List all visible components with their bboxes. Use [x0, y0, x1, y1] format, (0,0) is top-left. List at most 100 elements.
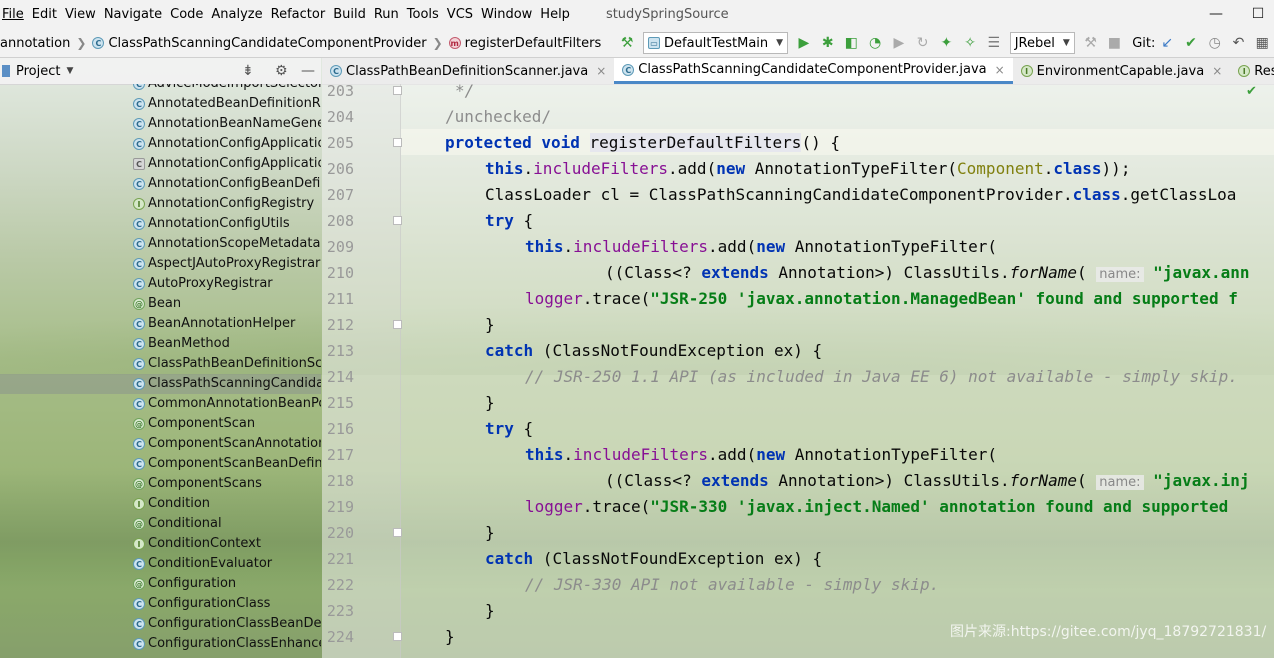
minimize-button[interactable]: —	[1196, 0, 1236, 29]
menu-refactor[interactable]: Refactor	[269, 0, 332, 29]
inspection-ok-icon[interactable]: ✔	[1246, 84, 1257, 99]
profile-icon[interactable]: ◔	[867, 34, 883, 52]
fold-marker-icon[interactable]	[393, 86, 402, 95]
editor-tab[interactable]: C ClassPathScanningCandidateComponentProv…	[614, 58, 1013, 84]
chevron-down-icon[interactable]: ▼	[66, 66, 73, 76]
project-tree-item[interactable]: I ConditionContext	[0, 534, 321, 554]
project-tree-item[interactable]: CCommonAnnotationBeanPostProcessor	[0, 394, 321, 414]
project-tree-item[interactable]: CConfigurationClassBeanDefinitionReader	[0, 614, 321, 634]
build-hammer-icon[interactable]: ⚒	[619, 34, 635, 52]
code-line-223: }	[485, 598, 495, 624]
project-tree-item-label: Condition	[148, 496, 211, 511]
git-commit-icon[interactable]: ✔	[1183, 34, 1199, 52]
menu-build[interactable]: Build	[331, 0, 372, 29]
menu-tools[interactable]: Tools	[405, 0, 445, 29]
project-tree-item[interactable]: I Condition	[0, 494, 321, 514]
stop-icon[interactable]: ■	[1107, 34, 1123, 52]
project-tree-item[interactable]: C AnnotationConfigUtils	[0, 214, 321, 234]
gear-icon[interactable]: ⚙	[275, 63, 288, 79]
project-tree-item[interactable]: @ Configuration	[0, 574, 321, 594]
fold-marker-icon[interactable]	[393, 216, 402, 225]
fold-marker-icon[interactable]	[393, 632, 402, 641]
menu-view[interactable]: View	[63, 0, 102, 29]
project-tree-item[interactable]: @ Conditional	[0, 514, 321, 534]
project-tree-item[interactable]: CClassPathBeanDefinitionScanner	[0, 354, 321, 374]
hammer-icon[interactable]: ⚒	[1083, 34, 1099, 52]
coverage-icon[interactable]: ◧	[844, 34, 860, 52]
chevron-down-icon: ▼	[1062, 38, 1070, 48]
line-number: 214	[326, 368, 354, 386]
project-tree-item[interactable]: C ConfigurationClassEnhancer	[0, 634, 321, 654]
project-tree-item[interactable]: CAnnotationConfigApplicationContext	[0, 134, 321, 154]
menu-edit[interactable]: Edit	[30, 0, 63, 29]
project-tree-item-label: Bean	[148, 296, 182, 311]
menu-run[interactable]: Run	[372, 0, 405, 29]
keyword: new	[756, 445, 786, 464]
menu-help[interactable]: Help	[538, 0, 576, 29]
run-icon[interactable]: ▶	[796, 34, 812, 52]
project-tree-item[interactable]: C AutoProxyRegistrar	[0, 274, 321, 294]
fold-marker-icon[interactable]	[393, 320, 402, 329]
run-disabled-icon[interactable]: ▶	[891, 34, 907, 52]
project-tree-item[interactable]: CAnnotationBeanNameGenerator	[0, 114, 321, 134]
project-tree-item[interactable]: CClassPathScanningCandidateComponentProv…	[0, 374, 321, 394]
project-tree-item[interactable]: I AnnotationConfigRegistry	[0, 194, 321, 214]
menu-navigate[interactable]: Navigate	[102, 0, 168, 29]
editor-tab[interactable]: I EnvironmentCapable.java ×	[1013, 58, 1231, 84]
breadcrumb-package[interactable]: annotation	[0, 36, 70, 51]
field: includeFilters	[573, 445, 709, 464]
close-icon[interactable]: ×	[596, 64, 606, 78]
project-tree-item[interactable]: CAnnotationConfigApplicationContextUtils	[0, 154, 321, 174]
code-text: ClassLoader cl = ClassPathScanningCandid…	[485, 185, 1073, 204]
menu-vcs[interactable]: VCS	[445, 0, 479, 29]
collapse-all-icon[interactable]: ⇟	[242, 63, 254, 79]
menu-file[interactable]: File	[0, 0, 30, 29]
project-tree-item[interactable]: C BeanAnnotationHelper	[0, 314, 321, 334]
git-rollback-icon[interactable]: ↶	[1231, 34, 1247, 52]
jrebel-select[interactable]: JRebel ▼	[1009, 32, 1075, 54]
jrebel-debug-icon[interactable]: ✧	[962, 34, 978, 52]
run-configuration-select[interactable]: ▭ DefaultTestMain ▼	[643, 32, 789, 54]
git-history-icon[interactable]: ◷	[1207, 34, 1223, 52]
code-text: ((Class<?	[605, 263, 702, 282]
project-tree-item[interactable]: CAnnotatedBeanDefinitionReader	[0, 94, 321, 114]
project-tree-item[interactable]: CAnnotationScopeMetadataResolver	[0, 234, 321, 254]
project-tree-item[interactable]: C ConfigurationClass	[0, 594, 321, 614]
project-tree-item[interactable]: CComponentScanBeanDefinitionParser	[0, 454, 321, 474]
hide-panel-icon[interactable]: —	[301, 63, 315, 79]
rerun-icon[interactable]: ↻	[915, 34, 931, 52]
debug-icon[interactable]: ✱	[820, 34, 836, 52]
jrebel-run-icon[interactable]: ✦	[938, 34, 954, 52]
project-tree-item-label: ConditionEvaluator	[148, 556, 273, 571]
menu-window[interactable]: Window	[479, 0, 538, 29]
project-tree-item[interactable]: CComponentScanAnnotationParser	[0, 434, 321, 454]
code-text: {	[513, 419, 534, 438]
breadcrumb-class[interactable]: C ClassPathScanningCandidateComponentProv…	[92, 36, 427, 51]
project-structure-icon[interactable]: ▦	[1254, 34, 1270, 52]
breadcrumb-method[interactable]: m registerDefaultFilters	[448, 36, 601, 51]
project-tree-item[interactable]: @ Bean	[0, 294, 321, 314]
project-tree-item[interactable]: C ConditionEvaluator	[0, 554, 321, 574]
project-title[interactable]: Project	[16, 64, 60, 79]
project-tree-item[interactable]: C BeanMethod	[0, 334, 321, 354]
code-line-212: }	[485, 312, 495, 338]
project-tree-item[interactable]: @ ComponentScan	[0, 414, 321, 434]
menu-analyze[interactable]: Analyze	[209, 0, 268, 29]
class-icon: C	[133, 338, 145, 350]
git-update-icon[interactable]: ↙	[1159, 34, 1175, 52]
menu-code[interactable]: Code	[168, 0, 209, 29]
close-icon[interactable]: ×	[1212, 64, 1222, 78]
project-tree-item[interactable]: CAdviceModeImportSelector	[0, 84, 321, 94]
maximize-button[interactable]: ☐	[1242, 0, 1274, 29]
project-tree-item[interactable]: CAnnotationConfigBeanDefinitionParser	[0, 174, 321, 194]
project-tree-item[interactable]: @ ComponentScans	[0, 474, 321, 494]
fold-marker-icon[interactable]	[393, 528, 402, 537]
fold-marker-icon[interactable]	[393, 138, 402, 147]
code-line-218: ((Class<? extends Annotation>) ClassUtil…	[605, 468, 1250, 496]
project-tree-item[interactable]: C AspectJAutoProxyRegistrar	[0, 254, 321, 274]
line-number: 207	[326, 186, 354, 204]
list-icon[interactable]: ☰	[986, 34, 1002, 52]
editor-tab[interactable]: IResourceLoaderAwa	[1230, 58, 1274, 84]
code-line-211: logger.trace("JSR-250 'javax.annotation.…	[525, 286, 1238, 312]
close-icon[interactable]: ×	[995, 63, 1005, 77]
